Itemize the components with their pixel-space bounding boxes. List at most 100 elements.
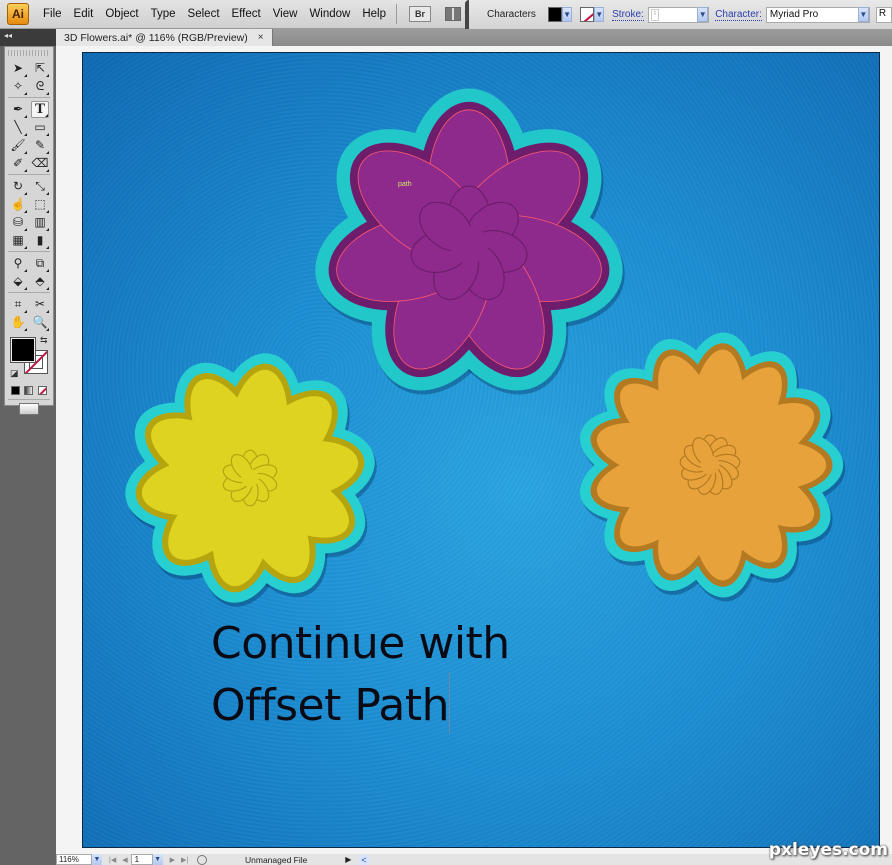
orange-flower-graphic (579, 332, 846, 602)
rotate-tool[interactable]: ↻ (9, 178, 27, 195)
tool-row: ▦ ▮ (5, 231, 53, 249)
eraser-tool[interactable]: ⌫ (31, 155, 49, 172)
screen-mode-button[interactable] (5, 403, 53, 415)
stroke-dropdown-button[interactable]: ▼ (594, 7, 605, 22)
color-mode-button[interactable] (11, 385, 21, 395)
direct-selection-tool[interactable]: ⇱ (31, 60, 49, 77)
hand-tool[interactable]: ✋ (9, 314, 27, 331)
screen-mode-icon (19, 403, 39, 415)
status-icon (197, 854, 208, 865)
symbol-sprayer-tool[interactable]: ⛁ (9, 214, 27, 231)
character-panel-link[interactable]: Character: (715, 9, 762, 21)
next-artboard-button[interactable]: ▶ (170, 856, 175, 864)
rectangle-tool[interactable]: ▭ (31, 119, 49, 136)
stroke-weight-dropdown[interactable]: ▼ (697, 7, 709, 22)
purple-flower[interactable] (315, 88, 625, 395)
tool-row: 🖌 ✎ (5, 136, 53, 154)
orange-flower[interactable] (579, 332, 846, 602)
gradient-mode-button[interactable] (24, 385, 34, 395)
live-paint-bucket-tool[interactable]: ⬙ (9, 273, 27, 290)
live-paint-selection-tool[interactable]: ⬘ (31, 273, 49, 290)
stroke-color-swatch[interactable] (580, 7, 595, 22)
blob-brush-tool[interactable]: ✐ (9, 155, 27, 172)
scale-tool[interactable]: ⤡ (31, 178, 49, 195)
yellow-flower[interactable] (125, 353, 377, 607)
zoom-dropdown[interactable]: ▼ (92, 854, 102, 865)
last-artboard-button[interactable]: ▶| (181, 856, 188, 864)
text-cursor (449, 672, 451, 734)
font-style-field[interactable]: R (875, 6, 892, 23)
menu-help[interactable]: Help (356, 8, 392, 20)
mesh-tool[interactable]: ▦ (9, 232, 27, 249)
line-segment-tool[interactable]: ╲ (9, 119, 27, 136)
stroke-weight-spinner[interactable]: ⇕ (650, 8, 659, 21)
artboard-number-field[interactable]: 1 (130, 854, 153, 865)
previous-artboard-button[interactable]: ◀ (122, 856, 127, 864)
none-mode-button[interactable] (37, 385, 47, 395)
warp-tool[interactable]: ☝ (9, 196, 27, 213)
default-fill-stroke-icon[interactable]: ◪ (10, 368, 19, 379)
fill-stroke-control: ⇆ ◪ (5, 335, 53, 383)
center-disc (450, 226, 488, 264)
stroke-panel-link[interactable]: Stroke: (612, 9, 644, 21)
fill-box[interactable] (10, 337, 36, 363)
text-frame[interactable]: Continue with Offset Path (211, 615, 510, 734)
type-tool[interactable]: T (31, 100, 49, 118)
artboard-dropdown[interactable]: ▼ (152, 854, 163, 865)
lasso-tool[interactable]: ᘓ (31, 78, 49, 95)
paintbrush-tool[interactable]: 🖌 (9, 137, 27, 154)
collapse-panel-icon[interactable]: ◂◂ (4, 31, 12, 40)
text-line-1: Continue with (211, 618, 510, 669)
zoom-level-field[interactable]: 116% (56, 854, 92, 865)
text-line-2: Offset Path (211, 680, 450, 731)
magic-wand-tool[interactable]: ✧ (9, 78, 27, 95)
scroll-left-icon[interactable]: < (359, 854, 369, 865)
free-transform-tool[interactable]: ⬚ (31, 196, 49, 213)
go-to-bridge-button[interactable]: Br (406, 4, 434, 24)
first-artboard-button[interactable]: |◀ (109, 856, 116, 864)
gradient-tool[interactable]: ▮ (31, 232, 49, 249)
stroke-weight-field[interactable]: ⇕ ▼ (647, 6, 710, 23)
tool-row: ✋ 🔍 (5, 313, 53, 331)
menu-select[interactable]: Select (182, 8, 226, 20)
fill-color-swatch[interactable] (547, 7, 563, 22)
menu-edit[interactable]: Edit (68, 8, 100, 20)
status-text: Unmanaged File (245, 854, 308, 865)
pencil-tool[interactable]: ✎ (31, 137, 49, 154)
menu-window[interactable]: Window (303, 8, 356, 20)
selection-tool[interactable]: ➤ (9, 60, 27, 77)
document-tab-bar: 3D Flowers.ai* @ 116% (RGB/Preview) × (56, 29, 892, 46)
purple-flower-graphic (315, 88, 625, 395)
zoom-tool[interactable]: 🔍 (31, 314, 49, 331)
fill-dropdown-button[interactable]: ▼ (562, 7, 573, 22)
menu-type[interactable]: Type (145, 8, 182, 20)
font-family-field[interactable]: Myriad Pro ▼ (765, 6, 870, 23)
status-menu-arrow-icon[interactable]: ▶ (345, 855, 351, 864)
center-disc (700, 455, 720, 475)
swap-fill-stroke-icon[interactable]: ⇆ (40, 335, 48, 346)
menu-object[interactable]: Object (99, 8, 144, 20)
illustrator-logo: Ai (7, 3, 29, 25)
column-graph-tool[interactable]: ▥ (31, 214, 49, 231)
slice-tool[interactable]: ✂ (31, 296, 49, 313)
status-bar: 116% ▼ |◀ ◀ 1 ▼ ▶ ▶| Unmanaged File ▶ < (56, 854, 892, 865)
tool-row: ⚲ ⧉ (5, 254, 53, 272)
artboard-tool[interactable]: ⌗ (9, 296, 27, 313)
pen-tool[interactable]: ✒ (9, 101, 27, 118)
menu-file[interactable]: File (37, 8, 68, 20)
canvas-area[interactable]: path Continue with Offset Path (56, 46, 892, 854)
tool-grid: ➤ ⇱ ✧ ᘓ ✒ T ╲ ▭ 🖌 ✎ ✐ ⌫ ↻ ⤡ ☝ ⬚ ⛁ ▥ ▦ ▮ ⚲ ⧉ ⬙ ⬘ ⌗ ✂ ✋ 🔍 (5, 59, 53, 331)
font-family-value: Myriad Pro (769, 9, 819, 20)
blend-tool[interactable]: ⧉ (31, 255, 49, 272)
document-tab[interactable]: 3D Flowers.ai* @ 116% (RGB/Preview) × (56, 29, 273, 46)
tools-panel-header[interactable]: ◂◂ (0, 29, 56, 46)
close-icon[interactable]: × (258, 32, 264, 43)
tool-row: ⬙ ⬘ (5, 272, 53, 290)
artboard[interactable]: path Continue with Offset Path (82, 52, 880, 848)
menu-view[interactable]: View (267, 8, 304, 20)
panel-grip[interactable] (8, 50, 50, 56)
tool-separator (8, 399, 50, 400)
eyedropper-tool[interactable]: ⚲ (9, 255, 27, 272)
font-family-dropdown[interactable]: ▼ (857, 7, 869, 22)
menu-effect[interactable]: Effect (226, 8, 267, 20)
